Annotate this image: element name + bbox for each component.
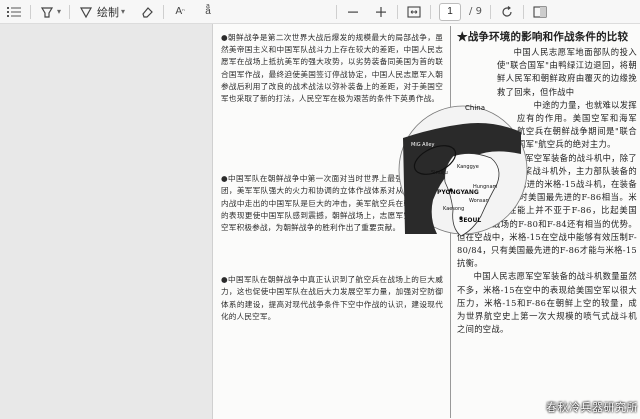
- toolbar-divider: [489, 4, 491, 19]
- toolbar-divider: [397, 4, 399, 19]
- paragraph: ●朝鲜战争是第二次世界大战后爆发的规模最大的局部战争，虽然美帝国主义和中国军队战…: [221, 33, 443, 104]
- text-style-button[interactable]: Aⁿ: [172, 2, 188, 22]
- korea-map: China MiG Alley Kanggye Sinuiju PYONGYAN…: [398, 104, 528, 237]
- highlight-button[interactable]: ▾: [39, 2, 61, 22]
- draw-button[interactable]: 绘制 ▾: [78, 2, 125, 22]
- minus-icon: [345, 4, 361, 20]
- toolbar-divider: [430, 4, 432, 19]
- pdf-toolbar: ▾ 绘制 ▾ Aⁿ aͣ / 9: [0, 0, 640, 24]
- map-label-sinuiju: Sinuiju: [431, 170, 448, 176]
- map-label-china: China: [465, 104, 485, 112]
- map-label-wonsan: Wonsan: [469, 198, 489, 204]
- list-icon: [6, 4, 22, 20]
- text-format-icon: Aⁿ: [175, 6, 185, 17]
- city-marker: [459, 216, 463, 220]
- paragraph: ●中国军队在朝鲜战争中真正认识到了航空兵在战场上的巨大威力，这也促使中国军队在战…: [221, 275, 443, 321]
- toolbar-divider: [336, 4, 338, 19]
- map-label-pyongyang: PYONGYANG: [437, 189, 479, 196]
- map-label-kaesong: Kaesong: [443, 206, 464, 212]
- rotate-icon: [499, 4, 515, 20]
- chevron-down-icon: ▾: [121, 7, 126, 16]
- plus-icon: [373, 4, 389, 20]
- watermark: 春秋冷兵器研究所: [546, 401, 638, 414]
- read-aloud-icon: aͣ: [205, 6, 211, 17]
- read-aloud-button[interactable]: aͣ: [200, 2, 216, 22]
- fit-page-button[interactable]: [406, 2, 422, 22]
- article-title: ★战争环境的影响和作战条件的比较: [457, 31, 629, 43]
- page-view-button[interactable]: [532, 2, 548, 22]
- paragraph: 中国人民志愿军地面部队的投入使"联合国军"由鸭绿江边退回，将朝鲜人民军和朝鲜政府…: [497, 47, 637, 97]
- page-total: / 9: [469, 6, 482, 17]
- map-label-mig-alley: MiG Alley: [411, 142, 434, 148]
- toolbar-divider: [30, 4, 31, 19]
- eraser-icon: [139, 4, 155, 20]
- fit-width-icon: [406, 4, 422, 20]
- eraser-button[interactable]: [139, 2, 155, 22]
- city-marker: [449, 188, 453, 192]
- toolbar-divider: [163, 4, 165, 19]
- map-label-kanggye: Kanggye: [457, 164, 479, 170]
- draw-label: 绘制: [97, 5, 120, 19]
- zoom-out-button[interactable]: [345, 2, 361, 22]
- highlighter-icon: [39, 4, 55, 20]
- rotate-button[interactable]: [499, 2, 515, 22]
- zoom-in-button[interactable]: [373, 2, 389, 22]
- toolbar-divider: [69, 4, 71, 19]
- outline-button[interactable]: [6, 2, 22, 22]
- chevron-down-icon: ▾: [57, 7, 62, 16]
- map-label-hungnam: Hungnam: [473, 184, 498, 190]
- page-number-input[interactable]: [439, 2, 462, 21]
- document-page: ●朝鲜战争是第二次世界大战后爆发的规模最大的局部战争，虽然美帝国主义和中国军队战…: [212, 24, 640, 419]
- toolbar-divider: [522, 4, 524, 19]
- book-icon: [532, 4, 548, 20]
- draw-icon: [78, 4, 94, 20]
- paragraph: 中国人民志愿军空军装备的战斗机数量虽然不多，米格-15在空中的表现给美国空军以很…: [457, 271, 637, 335]
